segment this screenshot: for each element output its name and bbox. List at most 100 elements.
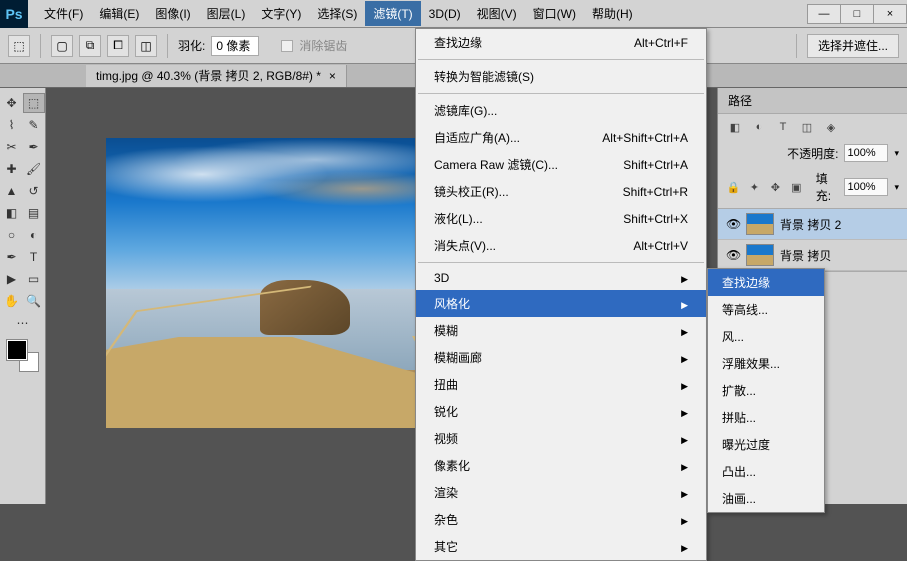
filter-menu-dropdown: 查找边缘Alt+Ctrl+F 转换为智能滤镜(S) 滤镜库(G)...自适应广角(A… (415, 28, 707, 561)
submenu-item[interactable]: 风... (708, 323, 824, 350)
selection-new-icon[interactable]: ▢ (51, 35, 73, 57)
layer-name: 背景 拷贝 2 (780, 216, 841, 233)
stamp-tool-icon[interactable]: ▲ (1, 181, 23, 201)
menu-item[interactable]: 锐化 (416, 398, 706, 425)
layer-thumb (746, 213, 774, 235)
menu-item[interactable]: 渲染 (416, 479, 706, 506)
lock-pos-icon[interactable]: ✥ (768, 178, 783, 196)
layer-name: 背景 拷贝 (780, 247, 831, 264)
menu-item[interactable]: 视频 (416, 425, 706, 452)
menu-4[interactable]: 文字(Y) (253, 1, 309, 26)
tool-preset-icon[interactable]: ⬚ (8, 35, 30, 57)
submenu-item[interactable]: 查找边缘 (708, 269, 824, 296)
mask-icon[interactable]: ◐ (750, 118, 768, 136)
menu-item[interactable]: 风格化 (416, 290, 706, 317)
gradient-tool-icon[interactable]: ▤ (23, 203, 45, 223)
type-icon[interactable]: T (774, 118, 792, 136)
color-swatches[interactable] (7, 340, 39, 372)
menu-2[interactable]: 图像(I) (147, 1, 198, 26)
menu-item[interactable]: 转换为智能滤镜(S) (416, 63, 706, 90)
toolbox: ✥⬚ ⌇✎ ✂✒ ✚🖌 ▲↺ ◧▤ ○◐ ✒T ▶▭ ✋🔍 ⋯ (0, 88, 46, 504)
submenu-item[interactable]: 凸出... (708, 458, 824, 485)
menu-item[interactable]: 查找边缘Alt+Ctrl+F (416, 29, 706, 56)
fill-input[interactable] (844, 178, 888, 196)
pen-tool-icon[interactable]: ✒ (1, 247, 23, 267)
submenu-item[interactable]: 油画... (708, 485, 824, 512)
layer-thumb (746, 244, 774, 266)
feather-input[interactable] (211, 36, 259, 56)
menu-item[interactable]: Camera Raw 滤镜(C)...Shift+Ctrl+A (416, 151, 706, 178)
edit-toolbar-icon[interactable]: ⋯ (12, 313, 34, 333)
crop-tool-icon[interactable]: ✂ (1, 137, 23, 157)
dodge-tool-icon[interactable]: ◐ (23, 225, 45, 245)
shape-tool-icon[interactable]: ▭ (23, 269, 45, 289)
menu-6[interactable]: 滤镜(T) (365, 1, 420, 26)
blur-tool-icon[interactable]: ○ (1, 225, 23, 245)
lock-icon[interactable]: 🔒 (726, 178, 741, 196)
menu-8[interactable]: 视图(V) (469, 1, 525, 26)
maximize-button[interactable]: □ (840, 4, 874, 24)
submenu-item[interactable]: 扩散... (708, 377, 824, 404)
path-select-tool-icon[interactable]: ▶ (1, 269, 23, 289)
menu-3[interactable]: 图层(L) (199, 1, 254, 26)
tab-close-icon[interactable]: × (329, 69, 336, 83)
menu-item[interactable]: 像素化 (416, 452, 706, 479)
select-and-mask-button[interactable]: 选择并遮住... (807, 34, 899, 58)
layer-item[interactable]: 👁 背景 拷贝 (718, 240, 907, 271)
close-button[interactable]: × (873, 4, 907, 24)
document-tab[interactable]: timg.jpg @ 40.3% (背景 拷贝 2, RGB/8#) * × (86, 65, 347, 87)
menu-item[interactable]: 液化(L)...Shift+Ctrl+X (416, 205, 706, 232)
selection-add-icon[interactable]: ⧉ (79, 35, 101, 57)
submenu-item[interactable]: 拼贴... (708, 404, 824, 431)
zoom-tool-icon[interactable]: 🔍 (23, 291, 45, 311)
menu-item[interactable]: 镜头校正(R)...Shift+Ctrl+R (416, 178, 706, 205)
eraser-tool-icon[interactable]: ◧ (1, 203, 23, 223)
visibility-icon[interactable]: 👁 (726, 217, 740, 231)
menu-item[interactable]: 自适应广角(A)...Alt+Shift+Ctrl+A (416, 124, 706, 151)
lasso-tool-icon[interactable]: ⌇ (1, 115, 23, 135)
paths-panel-tab[interactable]: 路径 (718, 88, 907, 114)
marquee-tool-icon[interactable]: ⬚ (23, 93, 45, 113)
filter-icon[interactable]: ◧ (726, 118, 744, 136)
antialias-checkbox[interactable] (281, 40, 293, 52)
menu-1[interactable]: 编辑(E) (91, 1, 147, 26)
document-tab-title: timg.jpg @ 40.3% (背景 拷贝 2, RGB/8#) * (96, 67, 321, 84)
selection-intersect-icon[interactable]: ◫ (135, 35, 157, 57)
quick-select-tool-icon[interactable]: ✎ (23, 115, 45, 135)
foreground-swatch[interactable] (7, 340, 27, 360)
lock-all-icon[interactable]: ▣ (789, 178, 804, 196)
menu-item[interactable]: 模糊 (416, 317, 706, 344)
document-canvas[interactable] (106, 138, 426, 428)
menu-item[interactable]: 消失点(V)...Alt+Ctrl+V (416, 232, 706, 259)
history-brush-tool-icon[interactable]: ↺ (23, 181, 45, 201)
hand-tool-icon[interactable]: ✋ (1, 291, 23, 311)
brush-tool-icon[interactable]: 🖌 (23, 159, 45, 179)
menu-item[interactable]: 杂色 (416, 506, 706, 533)
menu-item[interactable]: 滤镜库(G)... (416, 97, 706, 124)
panel-icon-row: ◧ ◐ T ◫ ◈ (718, 114, 907, 140)
submenu-item[interactable]: 等高线... (708, 296, 824, 323)
minimize-button[interactable]: — (807, 4, 841, 24)
smart-icon[interactable]: ◈ (822, 118, 840, 136)
menu-0[interactable]: 文件(F) (36, 1, 91, 26)
lock-pixel-icon[interactable]: ✦ (747, 178, 762, 196)
menu-item[interactable]: 其它 (416, 533, 706, 560)
menu-item[interactable]: 扭曲 (416, 371, 706, 398)
type-tool-icon[interactable]: T (23, 247, 45, 267)
opacity-input[interactable] (844, 144, 888, 162)
menu-9[interactable]: 窗口(W) (525, 1, 584, 26)
menu-10[interactable]: 帮助(H) (584, 1, 641, 26)
menu-item[interactable]: 3D (416, 266, 706, 290)
visibility-icon[interactable]: 👁 (726, 248, 740, 262)
eyedropper-tool-icon[interactable]: ✒ (23, 137, 45, 157)
menu-5[interactable]: 选择(S) (309, 1, 365, 26)
menu-item[interactable]: 模糊画廊 (416, 344, 706, 371)
selection-subtract-icon[interactable]: ⧠ (107, 35, 129, 57)
shape-icon[interactable]: ◫ (798, 118, 816, 136)
healing-tool-icon[interactable]: ✚ (1, 159, 23, 179)
move-tool-icon[interactable]: ✥ (1, 93, 23, 113)
submenu-item[interactable]: 曝光过度 (708, 431, 824, 458)
layer-item[interactable]: 👁 背景 拷贝 2 (718, 209, 907, 240)
submenu-item[interactable]: 浮雕效果... (708, 350, 824, 377)
menu-7[interactable]: 3D(D) (421, 3, 469, 25)
